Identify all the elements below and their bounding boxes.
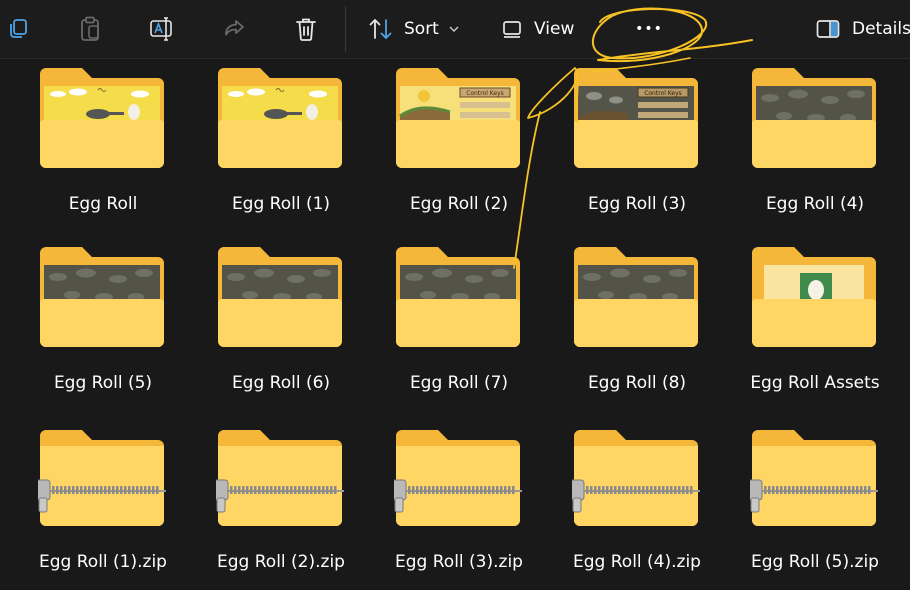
file-name-label: Egg Roll (4).zip bbox=[573, 552, 701, 572]
folder-item[interactable]: Control Keys Egg Roll (2) bbox=[356, 62, 526, 232]
folder-icon bbox=[572, 245, 700, 347]
folder-icon bbox=[750, 245, 878, 347]
folder-item[interactable]: Egg Roll (4) bbox=[712, 62, 882, 232]
zip-folder-icon bbox=[394, 424, 522, 526]
folder-icon bbox=[216, 66, 344, 168]
zip-folder-icon bbox=[216, 424, 344, 526]
folder-icon bbox=[216, 245, 344, 347]
share-icon bbox=[222, 17, 246, 41]
folder-item[interactable]: Egg Roll (1) bbox=[178, 62, 348, 232]
view-icon bbox=[502, 19, 524, 39]
folder-item[interactable]: Egg Roll (8) bbox=[534, 241, 704, 411]
copy-icon bbox=[6, 17, 30, 41]
details-button[interactable]: Details bbox=[816, 0, 910, 58]
folder-item[interactable]: Control Keys Egg Roll (3) bbox=[534, 62, 704, 232]
folder-icon: Control Keys bbox=[572, 66, 700, 168]
folder-icon bbox=[38, 245, 166, 347]
share-button[interactable] bbox=[214, 0, 254, 58]
trash-icon bbox=[294, 16, 318, 42]
zip-file-item[interactable]: Egg Roll (2).zip bbox=[178, 420, 348, 590]
view-button[interactable]: View bbox=[502, 0, 582, 58]
details-label: Details bbox=[852, 19, 910, 39]
details-pane-icon bbox=[816, 19, 840, 39]
sort-arrows-icon bbox=[368, 17, 394, 41]
toolbar-divider bbox=[345, 6, 346, 52]
new-item-button[interactable] bbox=[0, 0, 36, 58]
folder-icon bbox=[394, 245, 522, 347]
clipboard-icon bbox=[78, 16, 102, 42]
folder-icon bbox=[38, 66, 166, 168]
sort-button[interactable]: Sort bbox=[368, 0, 464, 58]
zip-file-item[interactable]: Egg Roll (4).zip bbox=[534, 420, 704, 590]
svg-text:Control Keys: Control Keys bbox=[466, 90, 504, 97]
zip-folder-icon bbox=[572, 424, 700, 526]
file-grid: Egg Roll Egg Roll (1) Control Keys Egg Roll… bbox=[0, 62, 910, 586]
file-name-label: Egg Roll (3) bbox=[587, 194, 687, 214]
folder-item[interactable]: Egg Roll (5) bbox=[0, 241, 170, 411]
zip-file-item[interactable]: Egg Roll (1).zip bbox=[0, 420, 170, 590]
rename-icon bbox=[149, 16, 175, 42]
file-name-label: Egg Roll (4) bbox=[765, 194, 865, 214]
svg-text:Control Keys: Control Keys bbox=[644, 90, 682, 97]
chevron-down-icon bbox=[449, 25, 459, 33]
file-name-label: Egg Roll (2).zip bbox=[217, 552, 345, 572]
file-name-label: Egg Roll Assets bbox=[750, 373, 880, 393]
view-label: View bbox=[534, 19, 575, 39]
command-bar: Sort View ••• Details bbox=[0, 0, 910, 59]
delete-button[interactable] bbox=[286, 0, 326, 58]
see-more-button[interactable]: ••• bbox=[624, 0, 674, 58]
folder-icon bbox=[750, 66, 878, 168]
folder-item[interactable]: Egg Roll (6) bbox=[178, 241, 348, 411]
folder-icon: Control Keys bbox=[394, 66, 522, 168]
zip-file-item[interactable]: Egg Roll (5).zip bbox=[712, 420, 882, 590]
folder-item[interactable]: Egg Roll bbox=[0, 62, 170, 232]
rename-button[interactable] bbox=[142, 0, 182, 58]
file-name-label: Egg Roll (2) bbox=[409, 194, 509, 214]
sort-label: Sort bbox=[404, 19, 439, 39]
paste-button[interactable] bbox=[70, 0, 110, 58]
file-name-label: Egg Roll (5) bbox=[53, 373, 153, 393]
file-name-label: Egg Roll (6) bbox=[231, 373, 331, 393]
file-name-label: Egg Roll (8) bbox=[587, 373, 687, 393]
file-name-label: Egg Roll (7) bbox=[409, 373, 509, 393]
file-name-label: Egg Roll (5).zip bbox=[751, 552, 879, 572]
file-name-label: Egg Roll bbox=[68, 194, 138, 214]
more-dots-icon: ••• bbox=[635, 21, 663, 37]
file-name-label: Egg Roll (1).zip bbox=[39, 552, 167, 572]
folder-item[interactable]: Egg Roll Assets bbox=[712, 241, 882, 411]
zip-folder-icon bbox=[750, 424, 878, 526]
zip-file-item[interactable]: Egg Roll (3).zip bbox=[356, 420, 526, 590]
file-name-label: Egg Roll (1) bbox=[231, 194, 331, 214]
file-name-label: Egg Roll (3).zip bbox=[395, 552, 523, 572]
zip-folder-icon bbox=[38, 424, 166, 526]
folder-item[interactable]: Egg Roll (7) bbox=[356, 241, 526, 411]
